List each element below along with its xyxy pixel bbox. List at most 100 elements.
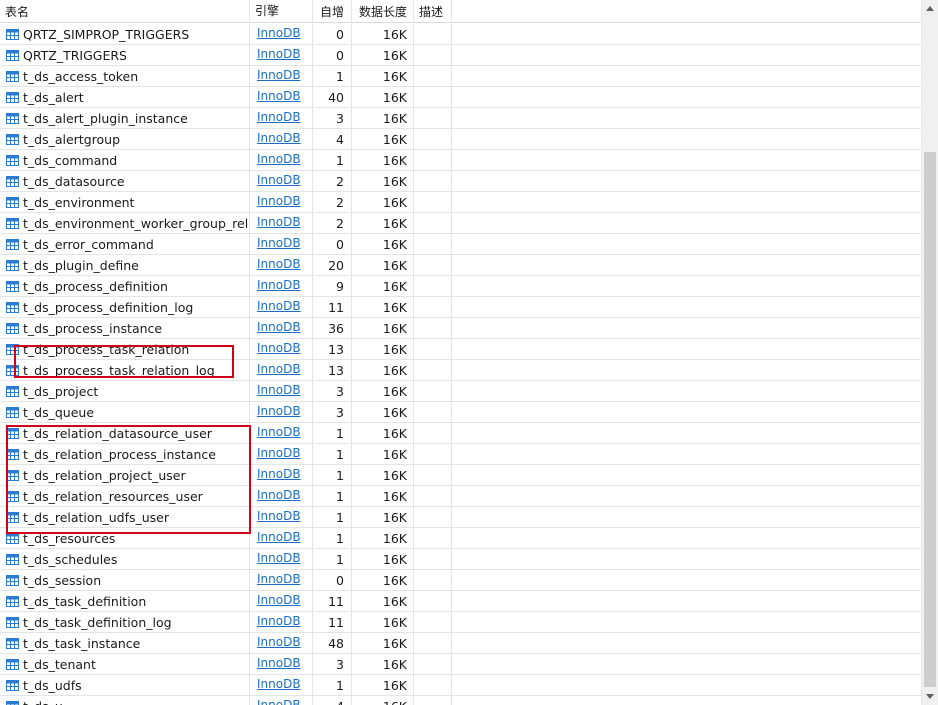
cell-table-name[interactable]: t_ds_relation_process_instance: [0, 444, 250, 465]
engine-link[interactable]: InnoDB: [257, 446, 301, 460]
engine-link[interactable]: InnoDB: [257, 425, 301, 439]
cell-engine[interactable]: InnoDB: [250, 486, 313, 507]
engine-link[interactable]: InnoDB: [257, 530, 301, 544]
cell-table-name[interactable]: t_ds_error_command: [0, 234, 250, 255]
table-row[interactable]: t_ds_process_task_relation InnoDB 13 16K: [0, 339, 921, 360]
engine-link[interactable]: InnoDB: [257, 341, 301, 355]
engine-link[interactable]: InnoDB: [257, 551, 301, 565]
table-row[interactable]: t_ds_project InnoDB 3 16K: [0, 381, 921, 402]
table-row[interactable]: t_ds_process_definition_log InnoDB 11 16K: [0, 297, 921, 318]
engine-link[interactable]: InnoDB: [257, 383, 301, 397]
cell-engine[interactable]: InnoDB: [250, 171, 313, 192]
cell-engine[interactable]: InnoDB: [250, 675, 313, 696]
cell-engine[interactable]: InnoDB: [250, 360, 313, 381]
cell-table-name[interactable]: t_ds_process_definition: [0, 276, 250, 297]
engine-link[interactable]: InnoDB: [257, 89, 301, 103]
engine-link[interactable]: InnoDB: [257, 152, 301, 166]
cell-engine[interactable]: InnoDB: [250, 381, 313, 402]
column-header-auto-increment[interactable]: 自增: [313, 0, 352, 23]
column-header-data-length[interactable]: 数据长度: [352, 0, 414, 23]
cell-table-name[interactable]: t_ds_process_instance: [0, 318, 250, 339]
cell-table-name[interactable]: t_ds_udfs: [0, 675, 250, 696]
cell-table-name[interactable]: t_ds_schedules: [0, 549, 250, 570]
table-row[interactable]: t_ds_task_definition InnoDB 11 16K: [0, 591, 921, 612]
table-row[interactable]: t_ds_process_task_relation_log InnoDB 13 16…: [0, 360, 921, 381]
cell-engine[interactable]: InnoDB: [250, 24, 313, 45]
table-row[interactable]: t_ds_alertgroup InnoDB 4 16K: [0, 129, 921, 150]
engine-link[interactable]: InnoDB: [257, 299, 301, 313]
cell-engine[interactable]: InnoDB: [250, 696, 313, 705]
cell-table-name[interactable]: t_ds_process_definition_log: [0, 297, 250, 318]
engine-link[interactable]: InnoDB: [257, 278, 301, 292]
cell-engine[interactable]: InnoDB: [250, 591, 313, 612]
table-row[interactable]: t_ds_relation_datasource_user InnoDB 1 16K: [0, 423, 921, 444]
cell-table-name[interactable]: t_ds_relation_datasource_user: [0, 423, 250, 444]
cell-table-name[interactable]: t_ds_process_task_relation: [0, 339, 250, 360]
cell-engine[interactable]: InnoDB: [250, 66, 313, 87]
engine-link[interactable]: InnoDB: [257, 257, 301, 271]
cell-engine[interactable]: InnoDB: [250, 45, 313, 66]
cell-engine[interactable]: InnoDB: [250, 87, 313, 108]
table-row[interactable]: t_ds_resources InnoDB 1 16K: [0, 528, 921, 549]
engine-link[interactable]: InnoDB: [257, 362, 301, 376]
cell-engine[interactable]: InnoDB: [250, 129, 313, 150]
engine-link[interactable]: InnoDB: [257, 572, 301, 586]
cell-table-name[interactable]: t_ds_u: [0, 696, 250, 705]
cell-engine[interactable]: InnoDB: [250, 192, 313, 213]
cell-table-name[interactable]: t_ds_task_instance: [0, 633, 250, 654]
table-row[interactable]: t_ds_datasource InnoDB 2 16K: [0, 171, 921, 192]
cell-table-name[interactable]: t_ds_relation_resources_user: [0, 486, 250, 507]
table-row[interactable]: t_ds_udfs InnoDB 1 16K: [0, 675, 921, 696]
engine-link[interactable]: InnoDB: [257, 215, 301, 229]
table-row[interactable]: t_ds_environment_worker_group_rela… InnoD…: [0, 213, 921, 234]
engine-link[interactable]: InnoDB: [257, 26, 301, 40]
table-row[interactable]: t_ds_alert_plugin_instance InnoDB 3 16K: [0, 108, 921, 129]
table-row[interactable]: QRTZ_SIMPROP_TRIGGERS InnoDB 0 16K: [0, 24, 921, 45]
cell-table-name[interactable]: t_ds_alertgroup: [0, 129, 250, 150]
scrollbar-thumb[interactable]: [924, 152, 936, 687]
table-row[interactable]: t_ds_tenant InnoDB 3 16K: [0, 654, 921, 675]
table-row[interactable]: t_ds_u InnoDB 416K: [0, 696, 921, 705]
table-row[interactable]: t_ds_process_instance InnoDB 36 16K: [0, 318, 921, 339]
cell-table-name[interactable]: t_ds_command: [0, 150, 250, 171]
cell-table-name[interactable]: t_ds_environment: [0, 192, 250, 213]
cell-table-name[interactable]: t_ds_queue: [0, 402, 250, 423]
engine-link[interactable]: InnoDB: [257, 194, 301, 208]
cell-engine[interactable]: InnoDB: [250, 234, 313, 255]
column-header-name[interactable]: 表名: [0, 0, 250, 23]
cell-table-name[interactable]: t_ds_process_task_relation_log: [0, 360, 250, 381]
engine-link[interactable]: InnoDB: [257, 320, 301, 334]
engine-link[interactable]: InnoDB: [257, 173, 301, 187]
cell-table-name[interactable]: t_ds_project: [0, 381, 250, 402]
engine-link[interactable]: InnoDB: [257, 467, 301, 481]
engine-link[interactable]: InnoDB: [257, 404, 301, 418]
cell-engine[interactable]: InnoDB: [250, 318, 313, 339]
table-row[interactable]: QRTZ_TRIGGERS InnoDB 0 16K: [0, 45, 921, 66]
engine-link[interactable]: InnoDB: [257, 131, 301, 145]
engine-link[interactable]: InnoDB: [257, 677, 301, 691]
cell-engine[interactable]: InnoDB: [250, 423, 313, 444]
cell-engine[interactable]: InnoDB: [250, 108, 313, 129]
vertical-scrollbar[interactable]: [921, 0, 938, 705]
scroll-down-arrow-icon[interactable]: [922, 688, 938, 705]
cell-table-name[interactable]: t_ds_environment_worker_group_rela…: [0, 213, 250, 234]
cell-table-name[interactable]: t_ds_datasource: [0, 171, 250, 192]
cell-table-name[interactable]: t_ds_plugin_define: [0, 255, 250, 276]
column-header-comment[interactable]: 描述: [414, 0, 452, 23]
table-row[interactable]: t_ds_schedules InnoDB 1 16K: [0, 549, 921, 570]
engine-link[interactable]: InnoDB: [257, 236, 301, 250]
cell-engine[interactable]: InnoDB: [250, 150, 313, 171]
table-row[interactable]: t_ds_session InnoDB 0 16K: [0, 570, 921, 591]
table-row[interactable]: t_ds_task_definition_log InnoDB 11 16K: [0, 612, 921, 633]
engine-link[interactable]: InnoDB: [257, 614, 301, 628]
cell-engine[interactable]: InnoDB: [250, 612, 313, 633]
cell-engine[interactable]: InnoDB: [250, 570, 313, 591]
scroll-up-arrow-icon[interactable]: [922, 0, 938, 17]
cell-table-name[interactable]: t_ds_resources: [0, 528, 250, 549]
cell-engine[interactable]: InnoDB: [250, 297, 313, 318]
engine-link[interactable]: InnoDB: [257, 509, 301, 523]
table-row[interactable]: t_ds_task_instance InnoDB 48 16K: [0, 633, 921, 654]
cell-engine[interactable]: InnoDB: [250, 465, 313, 486]
table-row[interactable]: t_ds_environment InnoDB 2 16K: [0, 192, 921, 213]
engine-link[interactable]: InnoDB: [257, 656, 301, 670]
